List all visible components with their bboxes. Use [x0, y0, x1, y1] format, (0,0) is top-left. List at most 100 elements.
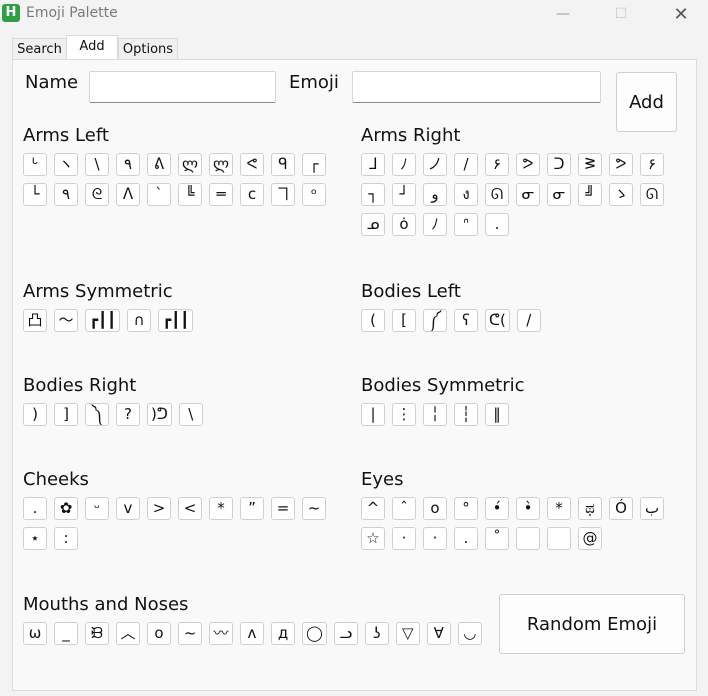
emoji-button[interactable]: ۶	[485, 153, 509, 176]
emoji-button[interactable]: ﾉ	[392, 153, 416, 176]
emoji-button[interactable]: o	[423, 497, 447, 520]
emoji-button[interactable]: д	[271, 622, 295, 645]
emoji-button[interactable]: ᓗ	[333, 622, 358, 645]
emoji-button[interactable]: (	[361, 309, 385, 332]
emoji-button[interactable]: ᕕ	[147, 153, 171, 176]
emoji-button[interactable]: └	[23, 183, 47, 206]
emoji-button[interactable]: ┏┃┃	[158, 309, 194, 332]
emoji-button[interactable]: >	[147, 497, 171, 520]
emoji-button[interactable]: ง	[454, 183, 478, 206]
emoji-button[interactable]: ┌	[302, 153, 326, 176]
emoji-button[interactable]: ︿	[116, 622, 140, 645]
emoji-button[interactable]: Ó	[609, 497, 633, 520]
emoji-button[interactable]: ┏┃┃	[85, 309, 121, 332]
emoji-button[interactable]: ﾉ	[423, 213, 447, 236]
random-emoji-button[interactable]: Random Emoji	[499, 594, 685, 654]
emoji-button[interactable]: o	[147, 622, 171, 645]
emoji-button[interactable]: c	[240, 183, 264, 206]
emoji-button[interactable]: _	[54, 622, 78, 645]
emoji-button[interactable]: ᘓ	[85, 183, 109, 206]
emoji-button[interactable]: ᓂ	[516, 183, 540, 206]
emoji-button[interactable]: .	[454, 527, 478, 550]
emoji-input[interactable]	[352, 71, 601, 103]
emoji-button[interactable]: ᘏ	[640, 183, 664, 206]
emoji-button[interactable]: |	[361, 403, 385, 426]
emoji-button[interactable]: ノ	[423, 153, 447, 176]
emoji-button[interactable]: ᕙ	[240, 153, 264, 176]
emoji-button[interactable]: ᕦ(	[485, 309, 510, 332]
emoji-button[interactable]: ╝	[578, 183, 602, 206]
emoji-button[interactable]: ᑫ	[271, 153, 295, 176]
emoji-button[interactable]: ȯ	[392, 213, 416, 236]
emoji-button[interactable]: ╎	[423, 403, 447, 426]
emoji-button[interactable]: ༽	[85, 403, 109, 426]
emoji-button[interactable]: [	[392, 309, 416, 332]
emoji-button[interactable]: )ᕤ	[147, 403, 172, 426]
emoji-button[interactable]: ۶	[640, 153, 664, 176]
emoji-button[interactable]: ᓂ	[547, 183, 571, 206]
emoji-button[interactable]: ᕒ	[578, 153, 602, 176]
emoji-button[interactable]: ‖	[485, 403, 509, 426]
emoji-button[interactable]: ᕗ	[516, 153, 540, 176]
emoji-button[interactable]: @	[578, 527, 602, 550]
emoji-button[interactable]: 〜	[54, 309, 78, 332]
emoji-button[interactable]: ~	[178, 622, 202, 645]
emoji-button[interactable]: ᓄ	[361, 213, 385, 236]
emoji-button[interactable]: ^	[361, 497, 385, 520]
emoji-button[interactable]: ლ	[209, 153, 233, 176]
emoji-button[interactable]: ᒧ	[361, 153, 385, 176]
emoji-button[interactable]: ᐱ	[116, 183, 140, 206]
emoji-button[interactable]	[547, 527, 571, 550]
emoji-button[interactable]: ヽ	[54, 153, 78, 176]
emoji-button[interactable]: ╚	[178, 183, 202, 206]
tab-add[interactable]: Add	[66, 35, 118, 61]
emoji-button[interactable]: ▽	[395, 622, 420, 645]
emoji-button[interactable]: .	[485, 213, 509, 236]
emoji-button[interactable]: v	[116, 497, 140, 520]
emoji-button[interactable]: ┐	[361, 183, 385, 206]
emoji-button[interactable]: ゝ	[609, 183, 633, 206]
emoji-button[interactable]: ᵒ	[302, 183, 326, 206]
emoji-button[interactable]: ب	[640, 497, 664, 520]
emoji-button[interactable]: ·	[423, 527, 447, 550]
emoji-button[interactable]: ಥ	[578, 497, 602, 520]
emoji-button[interactable]: ·	[392, 527, 416, 550]
emoji-button[interactable]: ٩	[116, 153, 140, 176]
emoji-button[interactable]: ∩	[127, 309, 152, 332]
name-input[interactable]	[89, 71, 276, 103]
emoji-button[interactable]: ˋ	[147, 183, 171, 206]
emoji-button[interactable]: °	[454, 497, 478, 520]
emoji-button[interactable]: ᵕ	[85, 497, 109, 520]
emoji-button[interactable]: ᘏ	[485, 183, 509, 206]
emoji-button[interactable]: ლ	[178, 153, 202, 176]
emoji-button[interactable]: )	[23, 403, 47, 426]
emoji-button[interactable]: *	[209, 497, 233, 520]
maximize-button[interactable]: ☐	[598, 0, 644, 28]
emoji-button[interactable]: ᒡ	[23, 153, 47, 176]
emoji-button[interactable]: ]	[54, 403, 78, 426]
minimize-button[interactable]: —	[540, 0, 586, 28]
emoji-button[interactable]: :	[54, 527, 78, 550]
emoji-button[interactable]: ˚	[485, 527, 509, 550]
emoji-button[interactable]: 凸	[23, 309, 47, 332]
emoji-button[interactable]: ༼	[423, 309, 447, 332]
tab-options[interactable]: Options	[118, 38, 178, 60]
emoji-button[interactable]: ☆	[361, 527, 385, 550]
emoji-button[interactable]: ✿	[54, 497, 78, 520]
add-button[interactable]: Add	[616, 72, 677, 132]
emoji-button[interactable]: \	[178, 403, 203, 426]
tab-search[interactable]: Search	[12, 38, 67, 60]
emoji-button[interactable]: <	[178, 497, 202, 520]
emoji-button[interactable]: ◡	[457, 622, 482, 645]
emoji-button[interactable]: و	[423, 183, 447, 206]
emoji-button[interactable]: ⋆	[23, 527, 47, 550]
emoji-button[interactable]: ◯	[302, 622, 327, 645]
emoji-button[interactable]: .	[23, 497, 47, 520]
emoji-button[interactable]: ʖ	[364, 622, 389, 645]
close-button[interactable]: ✕	[658, 0, 704, 28]
emoji-button[interactable]: ʕ	[454, 309, 478, 332]
emoji-button[interactable]: •́	[485, 497, 509, 520]
emoji-button[interactable]: /	[454, 153, 478, 176]
emoji-button[interactable]: ?	[116, 403, 140, 426]
emoji-button[interactable]: 〰	[209, 622, 233, 645]
